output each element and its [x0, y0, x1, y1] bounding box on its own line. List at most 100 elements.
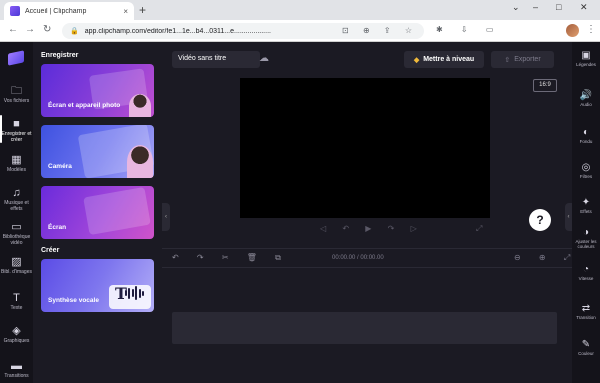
sidebar-item-label: Transitions: [4, 373, 29, 379]
project-title-input[interactable]: Vidéo sans titre: [172, 51, 260, 68]
sidebar-item-label: Transition: [576, 315, 596, 320]
graphics-icon: ◈: [12, 325, 21, 337]
tab-title: Accueil | Clipchamp: [25, 7, 87, 15]
sidebar-item-label: Texte: [10, 305, 23, 311]
sidebar-item-fade[interactable]: ◐ Fondu: [572, 127, 600, 144]
help-button[interactable]: ?: [529, 209, 551, 231]
forward-button[interactable]: →: [25, 24, 35, 35]
sidebar-item-video-library[interactable]: ▭ Bibliothèque vidéo: [0, 221, 33, 246]
fade-icon: ◐: [582, 127, 590, 138]
sidebar-item-label: Filtres: [579, 174, 593, 179]
person-thumbnail: [127, 145, 153, 178]
card-label: Écran: [48, 224, 67, 231]
sidebar-item-effects[interactable]: ✦ Effets: [572, 197, 600, 214]
tab-close-icon[interactable]: ×: [123, 7, 128, 16]
upgrade-button[interactable]: ◆ Mettre à niveau: [404, 51, 484, 68]
sidebar-item-image-library[interactable]: ▨ Bibl. d'images: [0, 256, 33, 275]
timeline-track[interactable]: [172, 312, 557, 344]
transitions-icon: ▬: [11, 360, 22, 372]
extension-icons[interactable]: ✱ ⇩ ▭: [436, 25, 501, 34]
sidebar-item-audio[interactable]: 🔊 Audio: [572, 90, 600, 107]
fullscreen-icon[interactable]: ⤢: [476, 224, 482, 234]
sidebar-item-speed[interactable]: ◔ Vitesse: [572, 264, 600, 281]
sidebar-item-color[interactable]: ✎ Couleur: [572, 339, 600, 356]
sidebar-item-record-create[interactable]: ■ Enregistrer et créer: [0, 115, 33, 143]
browser-address-bar: ← → ↻ 🔒 app.clipchamp.com/editor/fe1...1…: [0, 20, 600, 42]
sidebar-item-filters[interactable]: ◎ Filtres: [572, 162, 600, 179]
record-create-panel: Enregistrer Écran et appareil photo Camé…: [33, 42, 162, 383]
omnibox-action-icons[interactable]: ⊡ ⊕ ⇪ ☆: [342, 26, 418, 35]
editor-top-bar: Vidéo sans titre ☁ ◆ Mettre à niveau ⇧ E…: [162, 42, 572, 76]
timeline-zoom-controls[interactable]: ⊖ ⊕ ⤢: [514, 253, 578, 263]
export-button[interactable]: ⇧ Exporter: [491, 51, 554, 68]
sidebar-item-captions[interactable]: ▣ Légendes: [572, 50, 600, 67]
clipchamp-logo-icon[interactable]: [8, 50, 24, 66]
new-tab-button[interactable]: +: [139, 3, 146, 17]
timeline-edit-tools[interactable]: ↶ ↷ ✂ 🗑 ⧉: [172, 253, 289, 263]
sidebar-item-label: Légendes: [576, 62, 596, 67]
effects-icon: ✦: [581, 197, 591, 208]
camera-card[interactable]: Caméra: [41, 125, 154, 178]
adjust-colors-icon: ◑: [582, 227, 590, 238]
sidebar-item-label: Effets: [580, 209, 592, 214]
collapse-properties-button[interactable]: ‹: [565, 203, 572, 231]
gem-icon: ◆: [413, 56, 420, 64]
speaker-icon: 🔊: [579, 90, 593, 101]
video-preview[interactable]: [240, 78, 490, 218]
collapse-panel-button[interactable]: ‹: [162, 203, 170, 231]
maximize-button[interactable]: □: [556, 2, 561, 12]
minimize-button[interactable]: –: [533, 2, 538, 12]
back-button[interactable]: ←: [8, 24, 18, 35]
playback-controls[interactable]: ◁ ↶ ▶ ↷ ▷: [320, 224, 424, 233]
sidebar-item-label: Bibliothèque vidéo: [2, 234, 31, 246]
sidebar-item-label: Modèles: [7, 167, 26, 173]
url-bar[interactable]: 🔒 app.clipchamp.com/editor/fe1...1e...b4…: [62, 23, 424, 39]
transition-icon: ⇄: [581, 303, 591, 314]
reload-button[interactable]: ↻: [43, 24, 51, 35]
text-icon: T: [13, 292, 20, 304]
tab-search-icon[interactable]: ⌄: [512, 2, 520, 13]
close-window-button[interactable]: ✕: [580, 2, 588, 13]
screen-card[interactable]: Écran: [41, 186, 154, 239]
section-title-record: Enregistrer: [41, 52, 79, 59]
card-label: Synthèse vocale: [48, 297, 99, 304]
sidebar-item-label: Graphiques: [3, 338, 30, 344]
sidebar-item-transitions[interactable]: ▬ Transitions: [0, 360, 33, 379]
sidebar-item-transition[interactable]: ⇄ Transition: [572, 303, 600, 320]
sidebar-item-your-files[interactable]: 🗀 Vos fichiers: [0, 85, 33, 104]
export-label: Exporter: [514, 56, 541, 63]
screen-and-camera-card[interactable]: Écran et appareil photo: [41, 64, 154, 117]
sidebar-item-music-effects[interactable]: ♫ Musique et effets: [0, 187, 33, 212]
sidebar-item-templates[interactable]: ▦ Modèles: [0, 154, 33, 173]
timeline-timecode: 00:00.00 / 00:00.00: [332, 255, 384, 261]
sidebar-item-adjust-colors[interactable]: ◑ Ajuster les couleurs: [572, 227, 600, 249]
sidebar-item-label: Vitesse: [578, 276, 594, 281]
browser-menu-icon[interactable]: ⋮: [586, 24, 596, 35]
url-text[interactable]: app.clipchamp.com/editor/fe1...1e...b4..…: [85, 28, 271, 35]
sidebar-item-graphics[interactable]: ◈ Graphiques: [0, 325, 33, 344]
sidebar-item-label: Audio: [580, 102, 592, 107]
speed-icon: ◔: [582, 264, 590, 275]
captions-icon: ▣: [581, 50, 591, 61]
video-camera-icon: ■: [13, 118, 20, 130]
sidebar-item-text[interactable]: T Texte: [0, 292, 33, 311]
browser-tab-bar: Accueil | Clipchamp × + ⌄ – □ ✕: [0, 0, 600, 20]
music-icon: ♫: [12, 187, 21, 199]
sidebar-item-label: Bibl. d'images: [1, 269, 32, 275]
image-icon: ▨: [11, 256, 22, 268]
browser-tab[interactable]: Accueil | Clipchamp ×: [4, 2, 134, 20]
profile-avatar[interactable]: [566, 24, 579, 37]
color-icon: ✎: [581, 339, 591, 350]
aspect-ratio-button[interactable]: 16:9: [533, 79, 557, 92]
sidebar-item-label: Ajuster les couleurs: [575, 239, 597, 249]
cloud-sync-icon: ☁: [259, 53, 269, 64]
export-icon: ⇧: [504, 56, 511, 64]
templates-icon: ▦: [11, 154, 22, 166]
right-sidebar: ▣ Légendes 🔊 Audio ◐ Fondu ◎ Filtres ✦ E…: [572, 42, 600, 383]
sidebar-item-label: Fondu: [579, 139, 593, 144]
sidebar-item-label: Enregistrer et créer: [1, 131, 32, 143]
text-to-speech-card[interactable]: T Synthèse vocale: [41, 259, 154, 312]
left-sidebar: 🗀 Vos fichiers ■ Enregistrer et créer ▦ …: [0, 42, 33, 383]
timeline-toolbar: ↶ ↷ ✂ 🗑 ⧉ 00:00.00 / 00:00.00 ⊖ ⊕ ⤢: [162, 248, 572, 268]
presenter-thumbnail: [129, 94, 151, 117]
